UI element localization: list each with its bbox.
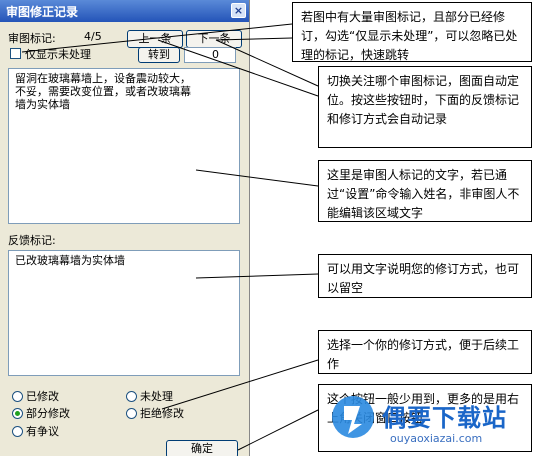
- watermark-text: 偶要下载站: [382, 404, 507, 432]
- radio-partially-modified[interactable]: [12, 407, 23, 419]
- option-unprocessed[interactable]: 未处理: [126, 388, 173, 404]
- only-unprocessed-checkbox[interactable]: [10, 48, 21, 59]
- radio-modified[interactable]: [12, 390, 23, 402]
- site-watermark: 偶要下载站 ouyaoxiazai.com: [330, 392, 544, 456]
- feedback-text-area[interactable]: 已改玻璃幕墙为实体墙: [8, 250, 240, 376]
- review-mark-label: 审图标记:: [8, 32, 56, 45]
- option-rejected[interactable]: 拒绝修改: [126, 405, 184, 421]
- radio-unprocessed[interactable]: [126, 390, 137, 402]
- only-unprocessed-label: 仅显示未处理: [25, 48, 91, 61]
- option-partially-modified[interactable]: 部分修改: [12, 405, 70, 421]
- close-icon: ×: [233, 4, 244, 17]
- review-correction-dialog: 审图修正记录 × 审图标记: 4/5 上一条 下一条 仅显示未处理 转到 0 留…: [0, 0, 250, 456]
- callout-option-note: 选择一个你的修订方式，便于后续工作: [318, 330, 532, 374]
- option-rejected-label: 拒绝修改: [140, 407, 184, 420]
- prev-button[interactable]: 上一条: [127, 30, 183, 48]
- review-text-area[interactable]: 留洞在玻璃幕墙上，设备震动较大， 不妥，需要改变位置，或者改玻璃幕 墙为实体墙: [8, 68, 240, 224]
- watermark-url: ouyaoxiazai.com: [390, 432, 483, 445]
- option-unprocessed-label: 未处理: [140, 390, 173, 403]
- leader-c6: [237, 409, 319, 451]
- radio-rejected[interactable]: [126, 407, 137, 419]
- option-partially-modified-label: 部分修改: [26, 407, 70, 420]
- callout-feedback-note: 可以用文字说明您的修订方式，也可以留空: [318, 254, 532, 298]
- dialog-title: 审图修正记录: [6, 5, 79, 19]
- title-bar[interactable]: 审图修正记录 ×: [0, 0, 249, 22]
- callout-checkbox-note: 若图中有大量审图标记，且部分已经修订，勾选“仅显示未处理”，可以忽略已处理的标记…: [292, 2, 532, 62]
- callout-review-text-note: 这里是审图人标记的文字，若已通过“设置”命令输入姓名，非审图人不能编辑该区域文字: [318, 160, 532, 222]
- feedback-label: 反馈标记:: [8, 234, 56, 247]
- option-disputed[interactable]: 有争议: [12, 423, 59, 439]
- download-logo-icon: [332, 396, 374, 438]
- option-modified[interactable]: 已修改: [12, 388, 59, 404]
- next-button[interactable]: 下一条: [186, 30, 242, 48]
- close-button[interactable]: ×: [231, 3, 246, 18]
- callout-navigation-note: 切换关注哪个审图标记，图面自动定位。按这些按钮时，下面的反馈标记和修订方式会自动…: [318, 66, 532, 148]
- ok-button[interactable]: 确定: [166, 440, 238, 456]
- option-modified-label: 已修改: [26, 390, 59, 403]
- jump-button[interactable]: 转到: [138, 47, 180, 63]
- radio-disputed[interactable]: [12, 425, 23, 437]
- option-disputed-label: 有争议: [26, 425, 59, 438]
- jump-index-field[interactable]: 0: [184, 47, 236, 63]
- page-counter: 4/5: [84, 30, 102, 43]
